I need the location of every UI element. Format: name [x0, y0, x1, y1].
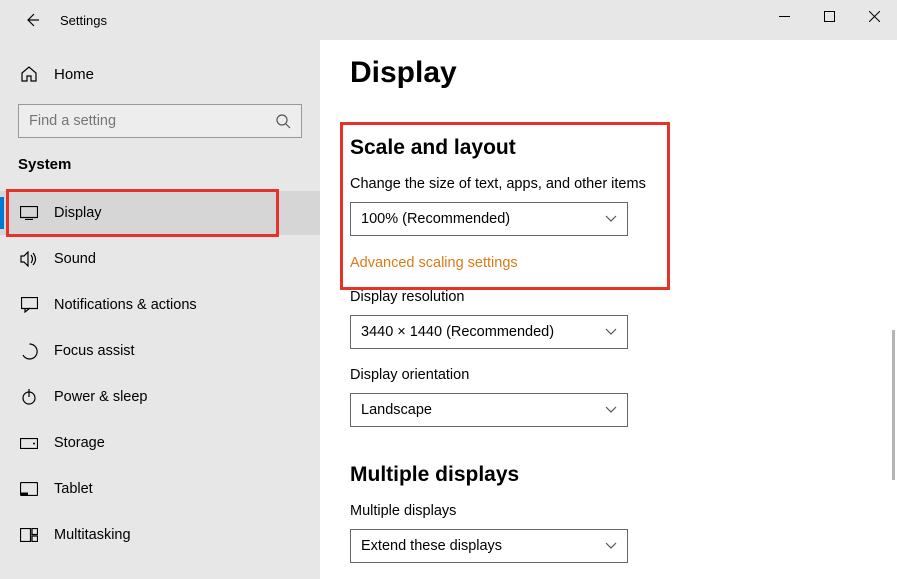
display-icon	[18, 206, 40, 220]
content-pane: Display Scale and layout Change the size…	[320, 40, 897, 579]
maximize-button[interactable]	[807, 0, 852, 32]
sidebar-item-label: Focus assist	[54, 343, 135, 359]
titlebar: Settings	[0, 0, 897, 40]
sidebar-item-label: Power & sleep	[54, 389, 148, 405]
window-title: Settings	[60, 13, 107, 28]
sidebar-item-storage[interactable]: Storage	[0, 421, 320, 465]
sidebar-item-power-sleep[interactable]: Power & sleep	[0, 375, 320, 419]
notifications-icon	[18, 297, 40, 313]
search-box[interactable]	[18, 104, 302, 138]
section-heading-multiple: Multiple displays	[350, 463, 867, 487]
sidebar-item-label: Sound	[54, 251, 96, 267]
sidebar-item-label: Tablet	[54, 481, 93, 497]
orientation-dropdown[interactable]: Landscape	[350, 393, 628, 427]
minimize-button[interactable]	[762, 0, 807, 32]
scale-size-label: Change the size of text, apps, and other…	[350, 176, 867, 192]
sidebar-item-notifications[interactable]: Notifications & actions	[0, 283, 320, 327]
multiple-displays-dropdown[interactable]: Extend these displays	[350, 529, 628, 563]
multiple-displays-label: Multiple displays	[350, 503, 867, 519]
focus-assist-icon	[18, 343, 40, 360]
resolution-dropdown[interactable]: 3440 × 1440 (Recommended)	[350, 315, 628, 349]
section-heading-scale: Scale and layout	[350, 136, 867, 160]
home-label: Home	[54, 66, 94, 83]
search-input[interactable]	[29, 113, 276, 129]
orientation-value: Landscape	[361, 402, 432, 418]
scrollbar[interactable]	[892, 330, 895, 480]
orientation-label: Display orientation	[350, 367, 867, 383]
chevron-down-icon	[605, 328, 617, 336]
sidebar-item-label: Storage	[54, 435, 105, 451]
home-icon	[18, 65, 40, 83]
sidebar-item-label: Multitasking	[54, 527, 131, 543]
advanced-scaling-link[interactable]: Advanced scaling settings	[350, 255, 518, 271]
sidebar-item-multitasking[interactable]: Multitasking	[0, 513, 320, 557]
chevron-down-icon	[605, 542, 617, 550]
resolution-label: Display resolution	[350, 289, 867, 305]
multitasking-icon	[18, 528, 40, 542]
tablet-icon	[18, 482, 40, 496]
back-button[interactable]	[18, 6, 46, 34]
resolution-value: 3440 × 1440 (Recommended)	[361, 324, 554, 340]
sidebar-item-tablet[interactable]: Tablet	[0, 467, 320, 511]
search-icon	[276, 114, 291, 129]
scale-size-value: 100% (Recommended)	[361, 211, 510, 227]
sidebar-item-label: Notifications & actions	[54, 297, 197, 313]
sidebar-item-label: Display	[54, 205, 102, 221]
storage-icon	[18, 438, 40, 449]
home-link[interactable]: Home	[0, 54, 320, 94]
sound-icon	[18, 251, 40, 267]
close-button[interactable]	[852, 0, 897, 32]
multiple-displays-value: Extend these displays	[361, 538, 502, 554]
page-heading: Display	[350, 56, 867, 90]
sidebar-item-focus-assist[interactable]: Focus assist	[0, 329, 320, 373]
sidebar: Home System Display Sound	[0, 40, 320, 579]
chevron-down-icon	[605, 406, 617, 414]
sidebar-item-display[interactable]: Display	[0, 191, 320, 235]
power-icon	[18, 389, 40, 405]
category-label: System	[0, 156, 320, 183]
window-controls	[762, 0, 897, 32]
chevron-down-icon	[605, 215, 617, 223]
sidebar-item-sound[interactable]: Sound	[0, 237, 320, 281]
scale-size-dropdown[interactable]: 100% (Recommended)	[350, 202, 628, 236]
